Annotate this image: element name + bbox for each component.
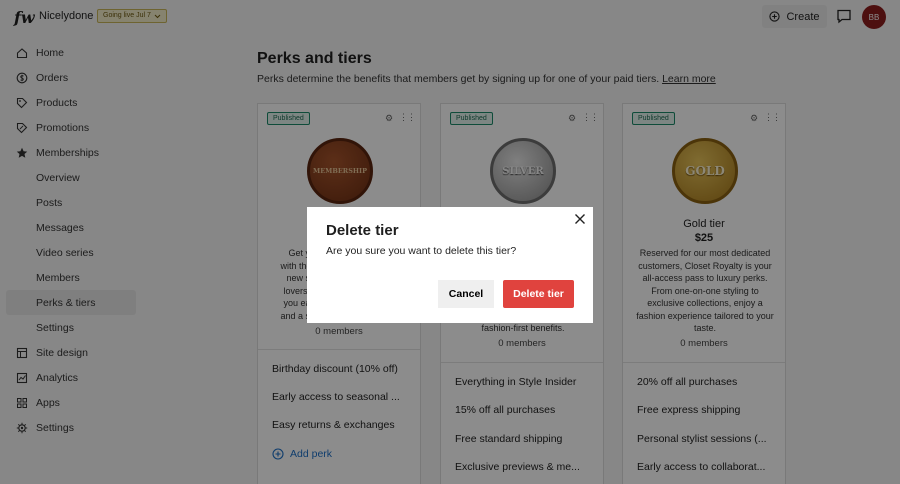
dialog-title: Delete tier [326,222,399,239]
delete-tier-dialog: Delete tier Are you sure you want to del… [307,207,593,323]
close-icon[interactable] [573,212,587,226]
delete-tier-button[interactable]: Delete tier [503,280,574,308]
dialog-message: Are you sure you want to delete this tie… [326,245,517,257]
cancel-button[interactable]: Cancel [438,280,494,308]
